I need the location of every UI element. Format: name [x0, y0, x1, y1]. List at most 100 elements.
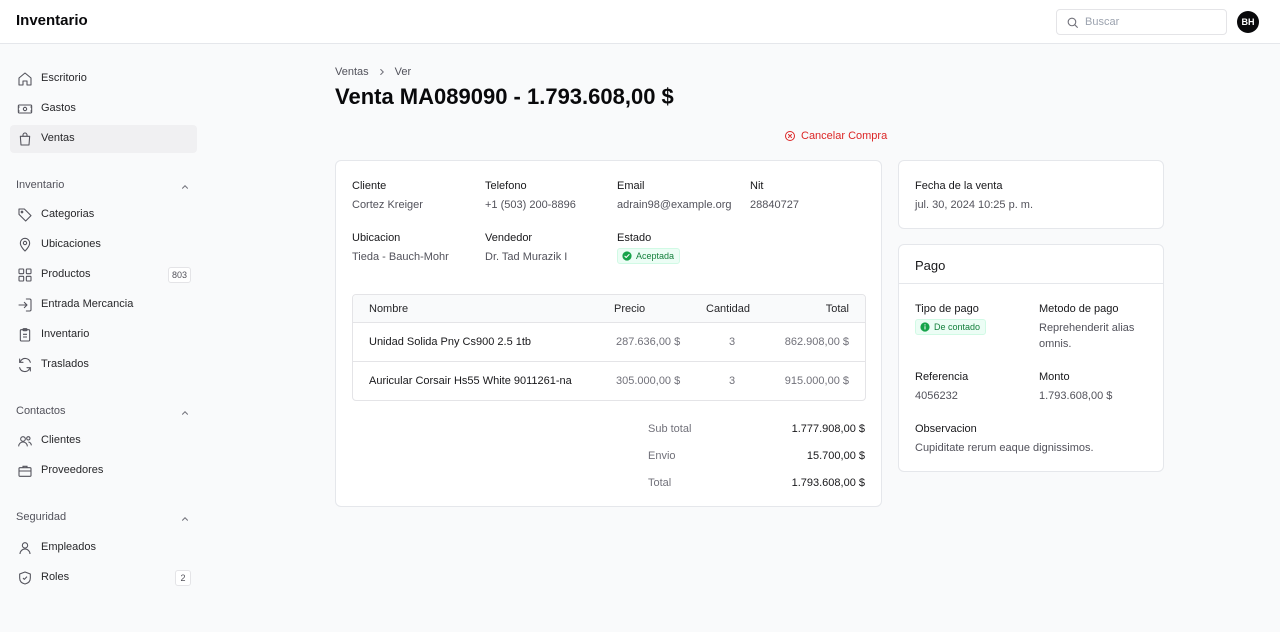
sidebar-item-label: Productos	[41, 268, 91, 280]
sidebar-group-inventario[interactable]: Inventario	[16, 178, 191, 194]
count-badge: 2	[175, 570, 191, 586]
breadcrumb-current: Ver	[394, 66, 412, 78]
refresh-icon	[19, 357, 31, 373]
sidebar-item-label: Ubicaciones	[41, 238, 101, 250]
sidebar-group-label: Contactos	[16, 405, 66, 417]
subtotal-value: 1.777.908,00 $	[791, 423, 865, 435]
tag-icon	[18, 208, 32, 222]
column-header-precio: Precio	[614, 303, 646, 315]
sidebar-item-label: Inventario	[41, 328, 90, 340]
total-value: 1.793.608,00 $	[791, 477, 865, 489]
tipo-pago-label: Tipo de pago	[915, 303, 979, 315]
sidebar-group-label: Inventario	[16, 179, 65, 191]
cliente-value: Cortez Kreiger	[352, 199, 423, 211]
sidebar-item-label: Proveedores	[41, 464, 104, 476]
sidebar: Escritorio Gastos Ventas Inventario Cate…	[0, 45, 210, 632]
table-row: Auricular Corsair Hs55 White 9011261-na …	[353, 362, 865, 400]
sidebar-item-label: Categorias	[41, 208, 95, 220]
sidebar-item-traslados[interactable]: Traslados	[10, 351, 197, 379]
status-badge: Aceptada	[617, 248, 681, 264]
check-circle-icon	[622, 251, 632, 261]
sidebar-item-ubicaciones[interactable]: Ubicaciones	[10, 231, 197, 259]
sidebar-item-empleados[interactable]: Empleados	[10, 534, 197, 562]
email-label: Email	[617, 180, 645, 192]
cell-cantidad: 3	[729, 336, 736, 348]
email-value: adrain98@example.org	[617, 199, 732, 211]
chevron-up-icon	[181, 411, 189, 415]
cell-nombre: Unidad Solida Pny Cs900 2.5 1tb	[369, 336, 532, 348]
sidebar-item-label: Traslados	[41, 358, 89, 370]
sidebar-item-label: Clientes	[41, 434, 81, 446]
cancel-purchase-button[interactable]: Cancelar Compra	[784, 130, 887, 142]
home-icon	[18, 72, 32, 86]
cliente-label: Cliente	[352, 180, 387, 192]
count-badge: 803	[167, 267, 191, 283]
status-badge-label: Aceptada	[636, 251, 675, 261]
total-label: Total	[648, 477, 672, 489]
briefcase-icon	[18, 465, 32, 477]
sidebar-group-contactos[interactable]: Contactos	[16, 404, 191, 420]
ubicacion-label: Ubicacion	[352, 232, 401, 244]
user-avatar[interactable]: BH	[1237, 11, 1259, 33]
cell-total: 862.908,00 $	[784, 336, 849, 348]
nit-value: 28840727	[750, 199, 799, 211]
cell-precio: 287.636,00 $	[616, 336, 681, 348]
sale-details-card: Cliente Cortez Kreiger Telefono +1 (503)…	[335, 160, 882, 507]
payment-card: Pago Tipo de pago De contado Metodo de p…	[898, 244, 1164, 472]
sale-date-card: Fecha de la venta jul. 30, 2024 10:25 p.…	[898, 160, 1164, 229]
sidebar-item-ventas[interactable]: Ventas	[10, 125, 197, 153]
metodo-pago-label: Metodo de pago	[1039, 303, 1119, 315]
monto-label: Monto	[1039, 371, 1070, 383]
sidebar-item-categorias[interactable]: Categorias	[10, 201, 197, 229]
sidebar-item-label: Roles	[41, 571, 70, 583]
sidebar-item-clientes[interactable]: Clientes	[10, 427, 197, 455]
cell-total: 915.000,00 $	[784, 375, 849, 387]
sidebar-item-productos[interactable]: Productos 803	[10, 261, 197, 289]
chevron-right-icon	[379, 68, 384, 76]
cell-cantidad: 3	[729, 375, 736, 387]
telefono-value: +1 (503) 200-8896	[485, 199, 576, 211]
sidebar-group-seguridad[interactable]: Seguridad	[16, 510, 191, 526]
sidebar-item-entrada-mercancia[interactable]: Entrada Mercancia	[10, 291, 197, 319]
estado-label: Estado	[617, 232, 652, 244]
banknote-icon	[17, 104, 33, 114]
app-title[interactable]: Inventario	[16, 12, 88, 29]
sidebar-item-label: Ventas	[41, 132, 75, 144]
cell-precio: 305.000,00 $	[616, 375, 681, 387]
search-icon	[1067, 17, 1078, 28]
sidebar-item-proveedores[interactable]: Proveedores	[10, 457, 197, 485]
search-input[interactable]	[1085, 14, 1220, 30]
shopping-bag-icon	[19, 132, 31, 146]
column-header-cantidad: Cantidad	[706, 303, 751, 315]
payment-type-badge: De contado	[915, 319, 987, 335]
fecha-value: jul. 30, 2024 10:25 p. m.	[915, 199, 1034, 211]
envio-value: 15.700,00 $	[806, 450, 865, 462]
log-in-icon	[18, 298, 32, 312]
ubicacion-value: Tieda - Bauch-Mohr	[352, 251, 449, 263]
clipboard-icon	[19, 328, 31, 342]
referencia-value: 4056232	[915, 390, 958, 402]
info-circle-icon	[920, 322, 930, 332]
sidebar-item-escritorio[interactable]: Escritorio	[10, 65, 197, 93]
sidebar-item-roles[interactable]: Roles 2	[10, 564, 197, 592]
page-title: Venta MA089090 - 1.793.608,00 $	[335, 84, 674, 109]
metodo-pago-value-line1: Reprehenderit alias	[1039, 322, 1135, 334]
users-icon	[18, 436, 32, 447]
nit-label: Nit	[750, 180, 764, 192]
top-bar: Inventario BH	[0, 0, 1280, 44]
items-table: Nombre Precio Cantidad Total Unidad Soli…	[352, 294, 866, 401]
sidebar-item-label: Escritorio	[41, 72, 87, 84]
map-pin-icon	[19, 237, 31, 252]
sidebar-item-inventario[interactable]: Inventario	[10, 321, 197, 349]
envio-label: Envio	[648, 450, 676, 462]
sidebar-item-label: Gastos	[41, 102, 76, 114]
monto-value: 1.793.608,00 $	[1039, 390, 1113, 402]
column-header-total: Total	[825, 303, 849, 315]
sidebar-item-label: Entrada Mercancia	[41, 298, 134, 310]
search-box[interactable]	[1056, 9, 1227, 35]
chevron-up-icon	[181, 517, 189, 521]
breadcrumb-link-ventas[interactable]: Ventas	[335, 66, 369, 78]
sidebar-item-gastos[interactable]: Gastos	[10, 95, 197, 123]
cancel-purchase-label: Cancelar Compra	[801, 130, 888, 142]
user-icon	[19, 542, 31, 555]
